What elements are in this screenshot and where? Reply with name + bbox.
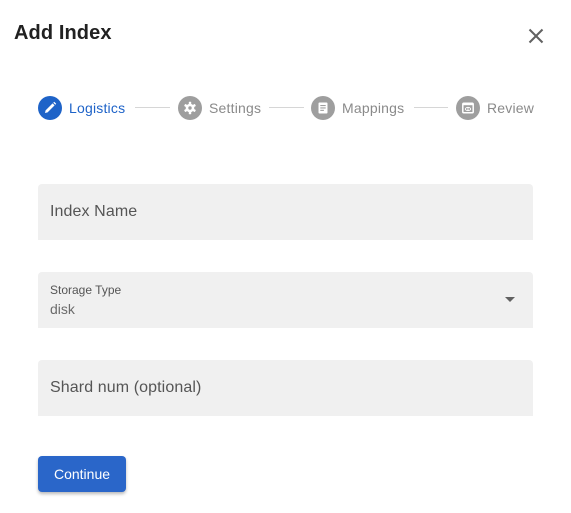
document-icon [318,102,328,114]
step-logistics-label: Logistics [69,100,126,116]
step-logistics[interactable]: Logistics [38,95,125,121]
step-connector [135,107,170,108]
step-mappings-circle [311,96,335,120]
step-connector [414,107,448,108]
close-button[interactable] [520,20,552,52]
step-connector [269,107,304,108]
close-icon [528,28,544,44]
storage-type-value: disk [50,301,75,317]
shard-num-placeholder: Shard num (optional) [50,379,202,396]
index-name-placeholder: Index Name [50,203,138,220]
step-logistics-circle [38,96,62,120]
add-index-dialog: Add Index Logistics Settings Mappings Re… [0,0,571,513]
step-review-circle [456,96,480,120]
step-mappings-label: Mappings [342,100,405,116]
storage-type-select[interactable]: Storage Type disk [38,272,533,328]
dialog-title: Add Index [14,22,112,44]
step-mappings[interactable]: Mappings [311,95,404,121]
shard-num-field[interactable]: Shard num (optional) [38,360,533,416]
step-settings[interactable]: Settings [178,95,261,121]
pencil-icon [45,101,57,113]
step-review-label: Review [487,100,535,116]
continue-button[interactable]: Continue [38,456,126,492]
index-name-field[interactable]: Index Name [38,184,533,240]
preview-icon [462,102,474,114]
step-review[interactable]: Review [456,95,534,121]
step-settings-circle [178,96,202,120]
gear-icon [184,101,196,115]
stepper: Logistics Settings Mappings Review [38,95,534,121]
dropdown-arrow-icon [505,297,515,302]
storage-type-label: Storage Type [50,283,122,297]
step-settings-label: Settings [209,100,262,116]
